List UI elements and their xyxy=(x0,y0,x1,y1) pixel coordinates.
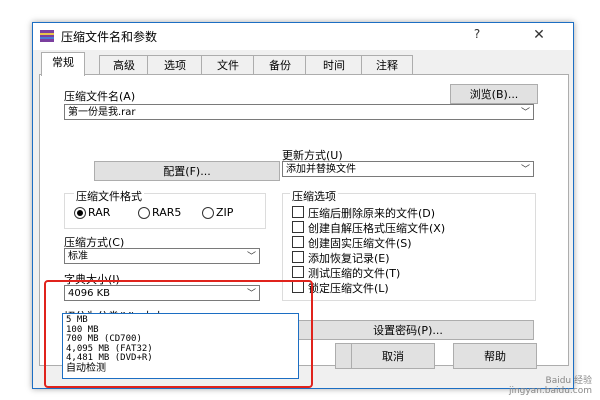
tab-general[interactable]: 常规 xyxy=(41,52,85,76)
help-button[interactable]: 帮助 xyxy=(453,343,537,369)
chevron-down-icon: ﹀ xyxy=(520,165,530,175)
chevron-down-icon: ﹀ xyxy=(246,289,256,299)
profile-button[interactable]: 配置(F)... xyxy=(94,161,280,181)
options-label: 压缩选项 xyxy=(290,188,338,204)
radio-zip[interactable]: ZIP xyxy=(202,206,233,219)
set-password-button[interactable]: 设置密码(P)... xyxy=(282,320,534,340)
dictionary-select[interactable]: 4096 KB ﹀ xyxy=(64,285,260,301)
option-label: 创建自解压格式压缩文件(X) xyxy=(308,222,446,235)
recovery-checkbox[interactable] xyxy=(292,251,304,263)
test-checkbox[interactable] xyxy=(292,266,304,278)
option-label: 添加恢复记录(E) xyxy=(308,252,390,265)
dropdown-option[interactable]: 自动检测 xyxy=(66,364,295,374)
help-title-button[interactable]: ? xyxy=(465,27,489,45)
dropdown-option[interactable]: 5 MB xyxy=(66,315,295,326)
tab-backup[interactable]: 备份 xyxy=(253,55,307,75)
title-bar: 压缩文件名和参数 ? ✕ xyxy=(33,23,573,50)
radio-rar5[interactable]: RAR5 xyxy=(138,206,181,219)
chevron-down-icon: ﹀ xyxy=(246,252,256,262)
radio-icon xyxy=(138,207,150,219)
tab-advanced[interactable]: 高级 xyxy=(99,55,149,75)
lock-checkbox[interactable] xyxy=(292,281,304,293)
browse-button[interactable]: 浏览(B)... xyxy=(450,84,538,104)
radio-icon xyxy=(74,207,86,219)
radio-rar[interactable]: RAR xyxy=(74,206,110,219)
tab-comment[interactable]: 注释 xyxy=(361,55,413,75)
watermark: Baidu 经验 jingyan.baidu.com xyxy=(509,373,592,396)
split-size-dropdown[interactable]: 5 MB 100 MB 700 MB (CD700) 4,095 MB (FAT… xyxy=(62,313,299,379)
chevron-down-icon: ﹀ xyxy=(520,108,530,118)
delete-after-checkbox[interactable] xyxy=(292,206,304,218)
cancel-button[interactable]: 取消 xyxy=(351,343,435,369)
archive-name-field[interactable]: 第一份是我.rar ﹀ xyxy=(64,104,534,120)
tab-time[interactable]: 时间 xyxy=(305,55,363,75)
option-label: 测试压缩的文件(T) xyxy=(308,267,401,280)
sfx-checkbox[interactable] xyxy=(292,221,304,233)
tab-options[interactable]: 选项 xyxy=(147,55,203,75)
radio-icon xyxy=(202,207,214,219)
solid-checkbox[interactable] xyxy=(292,236,304,248)
watermark-url: jingyan.baidu.com xyxy=(508,386,592,396)
window-title: 压缩文件名和参数 xyxy=(61,30,158,44)
tab-files[interactable]: 文件 xyxy=(201,55,255,75)
compression-select[interactable]: 标准 ﹀ xyxy=(64,248,260,264)
option-label: 压缩后删除原来的文件(D) xyxy=(308,207,436,220)
watermark-title: Baidu 经验 xyxy=(545,376,592,386)
option-label: 创建固实压缩文件(S) xyxy=(308,237,412,250)
format-label: 压缩文件格式 xyxy=(74,188,144,204)
close-icon[interactable]: ✕ xyxy=(525,27,553,45)
archive-name-label: 压缩文件名(A) xyxy=(64,90,136,103)
update-mode-select[interactable]: 添加并替换文件 ﹀ xyxy=(282,161,534,177)
option-label: 锁定压缩文件(L) xyxy=(308,282,389,295)
winrar-icon xyxy=(40,30,54,42)
